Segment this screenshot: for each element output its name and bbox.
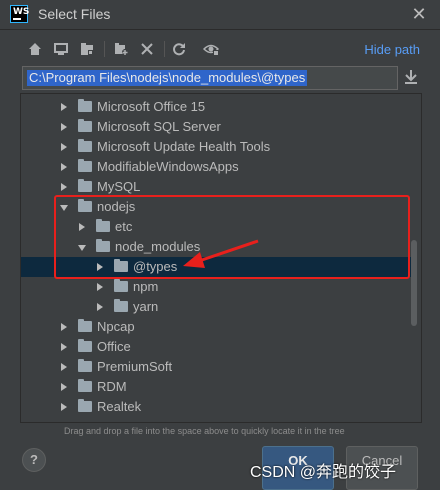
tree-item[interactable]: Office — [21, 337, 411, 357]
tree-item-selected[interactable]: @types — [21, 257, 411, 277]
drag-drop-hint: Drag and drop a file into the space abov… — [64, 426, 345, 436]
expand-arrow-icon[interactable] — [61, 143, 67, 151]
path-input[interactable]: C:\Program Files\nodejs\node_modules\@ty… — [22, 66, 398, 90]
new-folder-button[interactable] — [110, 38, 132, 60]
tree-item-label: npm — [133, 279, 159, 294]
tree-item[interactable]: RDM — [21, 377, 411, 397]
refresh-icon — [173, 43, 185, 56]
tree-scrollbar[interactable] — [411, 240, 417, 326]
help-button[interactable]: ? — [22, 448, 46, 472]
delete-icon — [141, 43, 153, 55]
logo-text: WS — [13, 7, 30, 17]
collapse-arrow-icon[interactable] — [78, 245, 86, 251]
title-bar: WS Select Files ✕ — [0, 0, 440, 30]
folder-icon — [78, 359, 92, 372]
download-icon — [405, 70, 417, 84]
webstorm-logo-icon: WS — [10, 5, 30, 23]
expand-arrow-icon[interactable] — [61, 123, 67, 131]
tree-item[interactable]: etc — [21, 217, 411, 237]
folder-icon — [78, 199, 92, 212]
tree-item[interactable]: Microsoft Office 15 — [21, 97, 411, 117]
tree-item[interactable]: nodejs — [21, 197, 411, 217]
tree-item-label: node_modules — [115, 239, 201, 254]
expand-arrow-icon[interactable] — [97, 263, 103, 271]
tree-item-label: Office — [97, 339, 131, 354]
tree-item-label: Microsoft Office 15 — [97, 99, 206, 114]
tree-item-label: ModifiableWindowsApps — [97, 159, 239, 174]
folder-icon — [78, 99, 92, 112]
expand-arrow-icon[interactable] — [61, 163, 67, 171]
folder-icon — [78, 179, 92, 192]
tree-item-label: RDM — [97, 379, 127, 394]
folder-icon — [96, 239, 110, 252]
folder-icon — [78, 159, 92, 172]
expand-arrow-icon[interactable] — [61, 343, 67, 351]
show-hidden-button[interactable] — [200, 38, 222, 60]
expand-arrow-icon[interactable] — [61, 183, 67, 191]
tree-item-label: Microsoft SQL Server — [97, 119, 221, 134]
home-button[interactable] — [24, 38, 46, 60]
tree-item-label: etc — [115, 219, 133, 234]
tree-item[interactable]: Realtek — [21, 397, 411, 417]
folder-icon — [78, 139, 92, 152]
csdn-watermark: CSDN @奔跑的饺子 — [250, 464, 397, 481]
delete-button[interactable] — [136, 38, 158, 60]
tree-item[interactable]: Npcap — [21, 317, 411, 337]
expand-arrow-icon[interactable] — [61, 323, 67, 331]
close-button[interactable]: ✕ — [408, 3, 430, 25]
home-icon — [29, 43, 41, 55]
tree-item[interactable]: PremiumSoft — [21, 357, 411, 377]
tree-item[interactable]: Microsoft SQL Server — [21, 117, 411, 137]
desktop-icon — [54, 43, 68, 55]
tree-item-label: PremiumSoft — [97, 359, 173, 374]
folder-icon — [114, 279, 128, 292]
tree-item[interactable]: node_modules — [21, 237, 411, 257]
refresh-button[interactable] — [168, 38, 190, 60]
expand-arrow-icon[interactable] — [61, 403, 67, 411]
tree-item-label: Npcap — [97, 319, 135, 334]
show-hidden-icon — [203, 44, 219, 56]
expand-arrow-icon[interactable] — [79, 223, 85, 231]
collapse-arrow-icon[interactable] — [60, 205, 68, 211]
hide-path-link[interactable]: Hide path — [364, 42, 420, 57]
window-title: Select Files — [38, 6, 111, 22]
tree-item[interactable]: MySQL — [21, 177, 411, 197]
tree-item-label: yarn — [133, 299, 159, 314]
folder-icon — [114, 259, 128, 272]
desktop-button[interactable] — [50, 38, 72, 60]
new-folder-icon — [115, 43, 128, 55]
expand-arrow-icon[interactable] — [61, 363, 67, 371]
folder-icon — [78, 379, 92, 392]
tree-item-label: nodejs — [97, 199, 136, 214]
folder-icon — [78, 119, 92, 132]
tree-item[interactable]: Microsoft Update Health Tools — [21, 137, 411, 157]
tree-item-label: MySQL — [97, 179, 141, 194]
expand-arrow-icon[interactable] — [61, 103, 67, 111]
tree-item[interactable]: yarn — [21, 297, 411, 317]
tree-item-label: @types — [133, 259, 178, 274]
folder-icon — [78, 339, 92, 352]
project-icon — [81, 43, 93, 55]
project-button[interactable] — [76, 38, 98, 60]
file-tree[interactable]: Microsoft Office 15 Microsoft SQL Server… — [20, 93, 422, 423]
expand-arrow-icon[interactable] — [97, 303, 103, 311]
path-value: C:\Program Files\nodejs\node_modules\@ty… — [27, 70, 308, 86]
tree-item[interactable]: npm — [21, 277, 411, 297]
folder-icon — [96, 219, 110, 232]
toolbar-separator — [164, 41, 165, 57]
expand-arrow-icon[interactable] — [97, 283, 103, 291]
tree-item-label: Realtek — [97, 399, 142, 414]
toolbar-separator — [104, 41, 105, 57]
expand-arrow-icon[interactable] — [61, 383, 67, 391]
folder-icon — [114, 299, 128, 312]
tree-item-label: Microsoft Update Health Tools — [97, 139, 271, 154]
download-button[interactable] — [404, 68, 422, 88]
folder-icon — [78, 319, 92, 332]
tree-item[interactable]: ModifiableWindowsApps — [21, 157, 411, 177]
folder-icon — [78, 399, 92, 412]
